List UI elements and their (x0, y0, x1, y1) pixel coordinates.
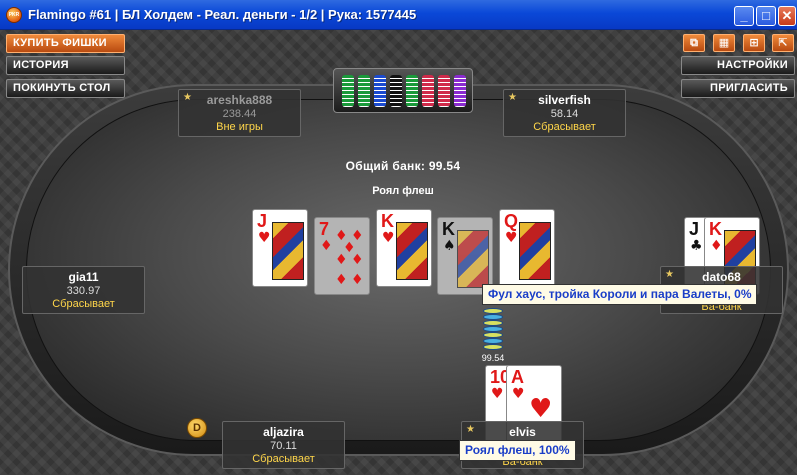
player-stack: 330.97 (66, 285, 101, 297)
chip (483, 344, 503, 350)
player-name: gia11 (68, 270, 99, 284)
card-rank: K (442, 219, 455, 239)
card-rank: A (511, 367, 524, 387)
chip-stack-green (406, 75, 418, 107)
tables-grid-icon[interactable]: ▦ (713, 34, 735, 52)
player-name: dato68 (702, 270, 741, 284)
player-status: Сбрасывает (252, 453, 315, 465)
card-suit: ♥ (382, 230, 395, 246)
lobby-icon[interactable]: ⇱ (772, 34, 794, 52)
diamond-icon: ♦ (335, 272, 348, 288)
window-title: Flamingo #61 | БЛ Холдем - Реал. деньги … (28, 7, 417, 22)
diamond-icon: ♦ (351, 272, 364, 288)
king-face-art (396, 222, 428, 280)
card-rank: K (709, 219, 722, 239)
card-suit: ♦ (710, 238, 723, 254)
seat-aljazira[interactable]: aljazira 70.11 Сбрасывает (222, 421, 345, 469)
card-suit: ♠ (443, 238, 456, 254)
seat-areshka888[interactable]: ★ areshka888 238.44 Вне игры (178, 89, 301, 137)
chip (483, 332, 503, 338)
player-status: Вне игры (216, 121, 263, 133)
pot-chip-amount: 99.54 (481, 353, 505, 363)
invite-button[interactable]: ПРИГЛАСИТЬ (681, 79, 795, 98)
history-button[interactable]: ИСТОРИЯ (6, 56, 125, 75)
player-status: Сбрасывает (533, 121, 596, 133)
board-card-1: J ♥ (252, 209, 308, 287)
player-name: areshka888 (206, 93, 273, 107)
player-name: aljazira (263, 425, 304, 439)
jack-face-art (272, 222, 304, 280)
winning-hand-label: Роял флеш (372, 185, 434, 197)
star-icon: ★ (508, 92, 517, 103)
chip-stack-purple (454, 75, 466, 107)
chip (483, 326, 503, 332)
chip-stack-red (422, 75, 434, 107)
chip-stack-green (342, 75, 354, 107)
chip (483, 314, 503, 320)
window-titlebar: PKR Flamingo #61 | БЛ Холдем - Реал. ден… (0, 0, 797, 30)
chip-stack-red (438, 75, 450, 107)
dealer-button-icon: D (187, 418, 207, 438)
hand-tooltip-dato68: Фул хаус, тройка Короли и пара Валеты, 0… (482, 284, 758, 305)
minimize-button[interactable]: _ (734, 6, 754, 26)
star-icon: ★ (665, 269, 674, 280)
buy-chips-button[interactable]: КУПИТЬ ФИШКИ (6, 34, 125, 53)
card-rank: K (381, 211, 394, 231)
player-stack: 238.44 (222, 108, 257, 120)
chip-stack-green (358, 75, 370, 107)
diamond-icon: ♦ (335, 252, 348, 268)
add-table-icon[interactable]: ⊞ (743, 34, 765, 52)
queen-face-art (519, 222, 551, 280)
player-stack: 58.14 (550, 108, 579, 120)
card-rank: J (689, 219, 700, 239)
heart-icon: ♥ (529, 394, 553, 424)
diamond-icon: ♦ (351, 252, 364, 268)
star-icon: ★ (466, 424, 475, 435)
card-suit: ♣ (690, 238, 703, 254)
pot-chip-stack (483, 300, 503, 350)
card-suit: ♥ (512, 386, 525, 402)
seat-gia11[interactable]: gia11 330.97 Сбрасывает (22, 266, 145, 314)
seat-silverfish[interactable]: ★ silverfish 58.14 Сбрасывает (503, 89, 626, 137)
card-suit: ♥ (491, 386, 504, 402)
player-stack: 70.11 (270, 440, 297, 452)
player-name: elvis (509, 425, 536, 439)
pot-total: Общий банк: 99.54 (345, 159, 461, 173)
chip (483, 320, 503, 326)
chip-stack-black (390, 75, 402, 107)
maximize-button[interactable]: □ (756, 6, 776, 26)
card-rank: 7 (319, 219, 330, 239)
app-logo-icon: PKR (6, 7, 22, 23)
star-icon: ★ (183, 92, 192, 103)
board-card-2: 7 ♦ ♦ ♦ ♦ ♦ ♦ ♦ ♦ (314, 217, 370, 295)
layout-icon[interactable]: ⧉ (683, 34, 705, 52)
card-suit: ♦ (320, 238, 333, 254)
hand-tooltip-elvis: Роял флеш, 100% (459, 440, 576, 461)
card-suit: ♥ (505, 230, 518, 246)
chip-tray (333, 68, 473, 113)
card-rank: J (257, 211, 268, 231)
chip (483, 338, 503, 344)
close-button[interactable]: ✕ (778, 6, 796, 26)
settings-button[interactable]: НАСТРОЙКИ (681, 56, 795, 75)
leave-table-button[interactable]: ПОКИНУТЬ СТОЛ (6, 79, 125, 98)
card-rank: Q (504, 211, 519, 231)
king-face-art (457, 230, 489, 288)
board-card-5: Q ♥ (499, 209, 555, 287)
player-status: Сбрасывает (52, 298, 115, 310)
chip (483, 308, 503, 314)
card-suit: ♥ (258, 230, 271, 246)
chip-stack-blue (374, 75, 386, 107)
board-card-3: K ♥ (376, 209, 432, 287)
player-name: silverfish (538, 93, 591, 107)
